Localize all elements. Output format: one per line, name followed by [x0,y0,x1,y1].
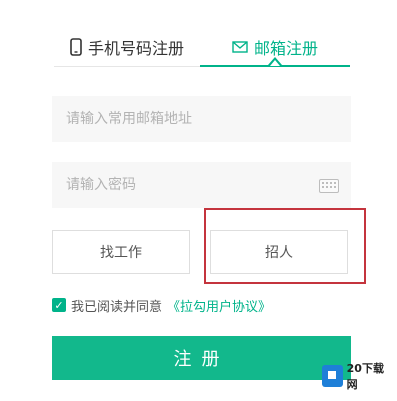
tab-divider [54,66,200,67]
tab-phone-label: 手机号码注册 [87,39,184,58]
register-button[interactable]: 注册 [52,336,351,380]
active-tab-caret-inner [270,60,280,66]
tab-phone-register[interactable]: 手机号码注册 [54,28,200,66]
envelope-icon [232,41,248,53]
keyboard-icon[interactable] [319,179,339,193]
password-input[interactable] [52,162,351,208]
role-hire-label: 招人 [265,245,293,261]
role-job-label: 找工作 [100,245,142,261]
role-recruiter-button[interactable]: 招人 [210,230,348,274]
email-input[interactable] [52,96,351,142]
agreement-row: ✓ 我已阅读并同意 《拉勾用户协议》 [52,296,271,315]
register-button-label: 注册 [173,349,230,370]
check-icon: ✓ [54,298,64,312]
role-job-seeker-button[interactable]: 找工作 [52,230,190,274]
register-tabs: 手机号码注册 邮箱注册 [0,0,397,70]
phone-icon [70,38,82,56]
agreement-link[interactable]: 《拉勾用户协议》 [167,296,271,315]
agreement-checkbox[interactable]: ✓ [52,298,66,312]
watermark-text: 20下载网 [346,362,384,391]
agreement-text: 我已阅读并同意 [71,299,163,315]
tab-email-label: 邮箱注册 [253,39,318,58]
